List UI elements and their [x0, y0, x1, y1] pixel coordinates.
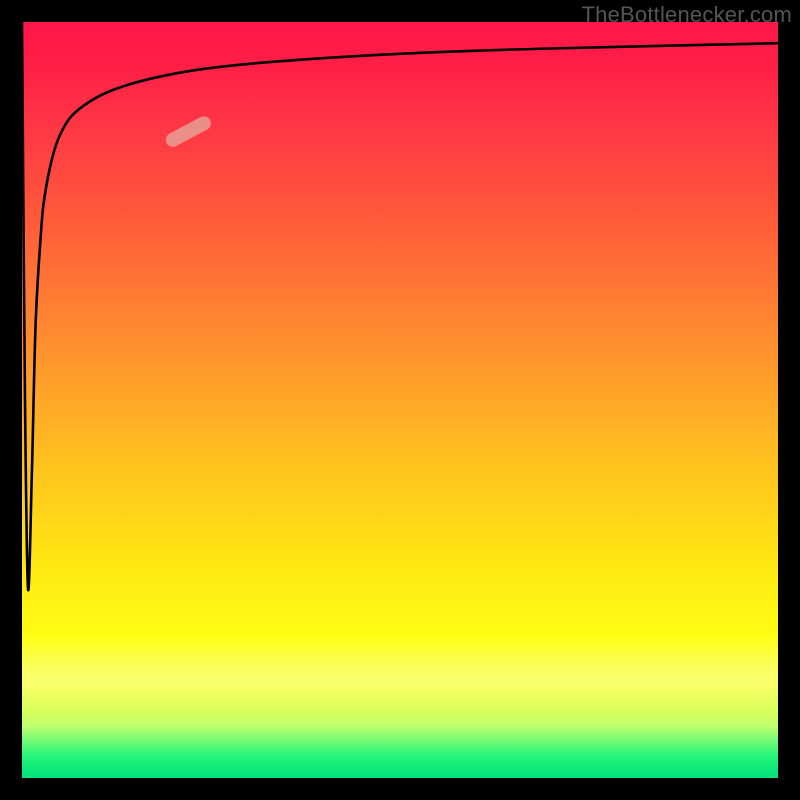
- curve-svg: [22, 22, 778, 778]
- bottleneck-curve-path: [22, 22, 778, 590]
- frame-left: [0, 0, 22, 800]
- plot-area: [22, 22, 778, 778]
- bottleneck-chart: TheBottlenecker.com: [0, 0, 800, 800]
- frame-bottom: [0, 778, 800, 800]
- frame-right: [778, 0, 800, 800]
- curve-marker: [163, 114, 213, 149]
- watermark: TheBottlenecker.com: [582, 2, 792, 28]
